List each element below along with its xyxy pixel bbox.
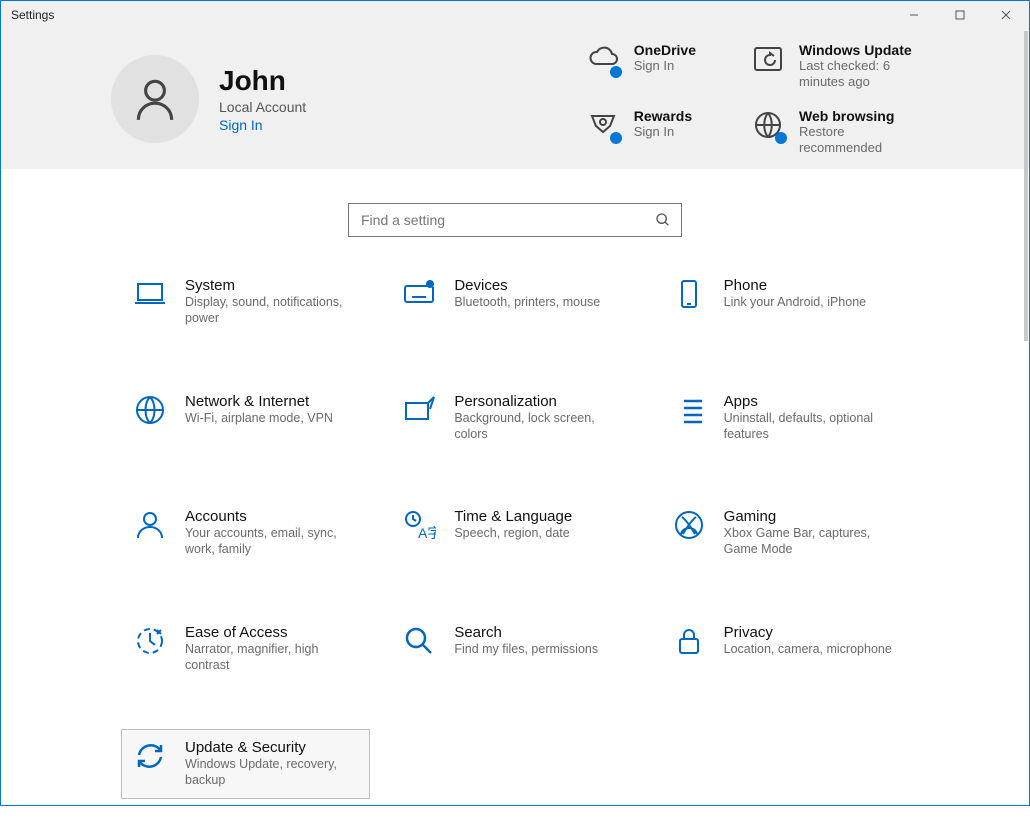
tile-title: Web browsing (799, 108, 929, 124)
maximize-button[interactable] (937, 1, 983, 29)
tile-sub: Sign In (634, 124, 692, 140)
rewards-icon (586, 108, 620, 142)
category-desc: Your accounts, email, sync, work, family (185, 525, 358, 558)
category-search[interactable]: Search Find my files, permissions (390, 614, 639, 684)
category-personalization[interactable]: Personalization Background, lock screen,… (390, 383, 639, 453)
window-title: Settings (11, 8, 54, 22)
minimize-button[interactable] (891, 1, 937, 29)
category-title: Devices (454, 277, 600, 294)
category-desc: Xbox Game Bar, captures, Game Mode (724, 525, 897, 558)
category-ease-of-access[interactable]: Ease of Access Narrator, magnifier, high… (121, 614, 370, 684)
categories-grid: System Display, sound, notifications, po… (1, 267, 1029, 839)
close-button[interactable] (983, 1, 1029, 29)
account-type: Local Account (219, 99, 306, 115)
ease-of-access-icon (133, 624, 167, 658)
category-time-language[interactable]: A字 Time & Language Speech, region, date (390, 498, 639, 568)
keyboard-icon (402, 277, 436, 311)
tile-web-browsing[interactable]: Web browsing Restore recommended (751, 108, 929, 157)
category-title: Personalization (454, 393, 627, 410)
search-wrap (1, 169, 1029, 267)
category-desc: Find my files, permissions (454, 641, 598, 657)
category-gaming[interactable]: Gaming Xbox Game Bar, captures, Game Mod… (660, 498, 909, 568)
sign-in-link[interactable]: Sign In (219, 117, 306, 133)
category-devices[interactable]: Devices Bluetooth, printers, mouse (390, 267, 639, 337)
category-desc: Uninstall, defaults, optional features (724, 410, 897, 443)
category-title: Network & Internet (185, 393, 333, 410)
globe-icon (751, 108, 785, 142)
account-info: John Local Account Sign In (219, 65, 306, 133)
tile-sub: Last checked: 6 minutes ago (799, 58, 929, 91)
category-privacy[interactable]: Privacy Location, camera, microphone (660, 614, 909, 684)
search-icon (655, 212, 671, 228)
category-desc: Link your Android, iPhone (724, 294, 866, 310)
search-input[interactable] (359, 211, 655, 229)
category-title: Accounts (185, 508, 358, 525)
person-icon (130, 74, 180, 124)
category-desc: Wi-Fi, airplane mode, VPN (185, 410, 333, 426)
category-title: System (185, 277, 358, 294)
sync-icon (133, 739, 167, 773)
tile-rewards[interactable]: Rewards Sign In (586, 108, 696, 157)
tile-sub: Sign In (634, 58, 696, 74)
category-system[interactable]: System Display, sound, notifications, po… (121, 267, 370, 337)
category-title: Privacy (724, 624, 892, 641)
tile-title: Windows Update (799, 42, 929, 58)
category-title: Search (454, 624, 598, 641)
category-desc: Background, lock screen, colors (454, 410, 627, 443)
category-desc: Display, sound, notifications, power (185, 294, 358, 327)
category-title: Update & Security (185, 739, 358, 756)
search-icon (402, 624, 436, 658)
person-icon (133, 508, 167, 542)
tile-title: Rewards (634, 108, 692, 124)
tile-windows-update[interactable]: Windows Update Last checked: 6 minutes a… (751, 42, 929, 91)
account-name: John (219, 65, 306, 97)
avatar[interactable] (111, 55, 199, 143)
category-accounts[interactable]: Accounts Your accounts, email, sync, wor… (121, 498, 370, 568)
window-controls (891, 1, 1029, 29)
paint-icon (402, 393, 436, 427)
category-network[interactable]: Network & Internet Wi-Fi, airplane mode,… (121, 383, 370, 453)
svg-text:A字: A字 (418, 525, 436, 541)
category-desc: Speech, region, date (454, 525, 572, 541)
apps-icon (672, 393, 706, 427)
category-phone[interactable]: Phone Link your Android, iPhone (660, 267, 909, 337)
category-desc: Narrator, magnifier, high contrast (185, 641, 358, 674)
tile-sub: Restore recommended (799, 124, 929, 157)
category-apps[interactable]: Apps Uninstall, defaults, optional featu… (660, 383, 909, 453)
xbox-icon (672, 508, 706, 542)
cloud-icon (586, 42, 620, 76)
category-desc: Location, camera, microphone (724, 641, 892, 657)
category-desc: Bluetooth, printers, mouse (454, 294, 600, 310)
category-title: Apps (724, 393, 897, 410)
search-box[interactable] (348, 203, 682, 237)
globe-icon (133, 393, 167, 427)
title-bar: Settings (1, 1, 1029, 29)
lock-icon (672, 624, 706, 658)
category-update-security[interactable]: Update & Security Windows Update, recove… (121, 729, 370, 799)
scrollbar[interactable] (1024, 31, 1028, 341)
category-title: Ease of Access (185, 624, 358, 641)
category-title: Gaming (724, 508, 897, 525)
tile-onedrive[interactable]: OneDrive Sign In (586, 42, 696, 91)
header-tiles: OneDrive Sign In Windows Update Last che… (586, 42, 929, 157)
category-title: Time & Language (454, 508, 572, 525)
phone-icon (672, 277, 706, 311)
account-header: John Local Account Sign In OneDrive Sign… (1, 29, 1029, 169)
update-icon (751, 42, 785, 76)
tile-title: OneDrive (634, 42, 696, 58)
laptop-icon (133, 277, 167, 311)
category-title: Phone (724, 277, 866, 294)
category-desc: Windows Update, recovery, backup (185, 756, 358, 789)
time-language-icon: A字 (402, 508, 436, 542)
